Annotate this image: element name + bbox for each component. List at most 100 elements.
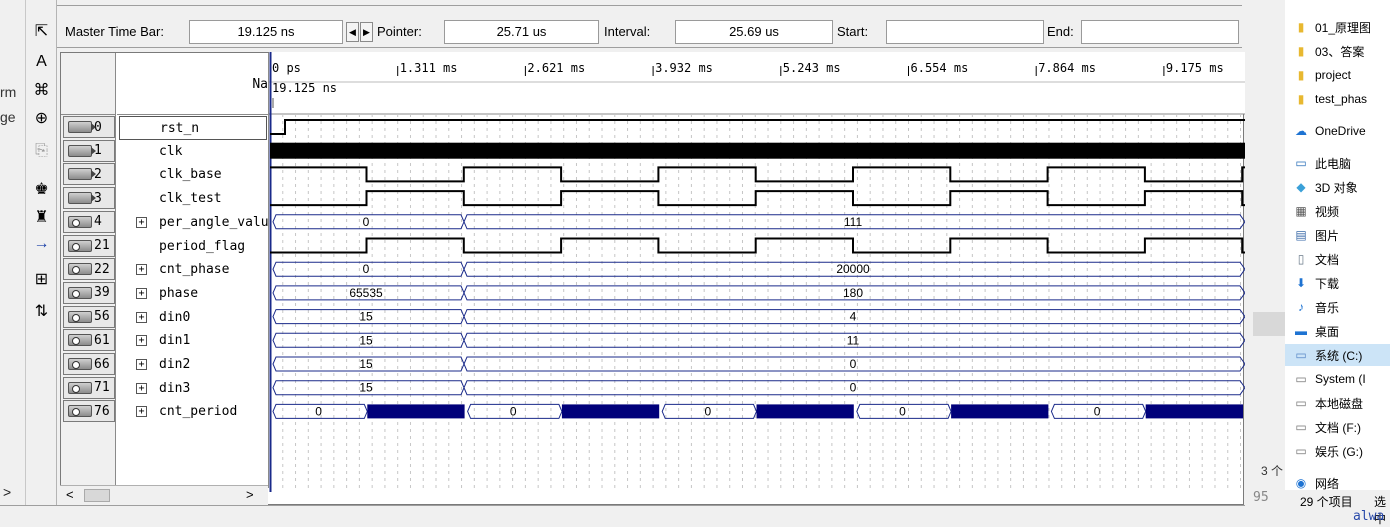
expand-bus-icon[interactable]: + — [136, 287, 147, 299]
expand-bus-icon[interactable]: + — [136, 216, 147, 228]
signal-name: per_angle_valu — [159, 214, 269, 230]
explorer-item-documents[interactable]: ▯ 文档 — [1293, 248, 1339, 270]
scroll-left-arrow-icon[interactable]: < — [66, 487, 74, 502]
signal-id-cell[interactable]: 56 — [63, 305, 115, 328]
explorer-item-pictures[interactable]: ▤ 图片 — [1293, 224, 1339, 246]
snap-to-grid-icon[interactable]: ⊞ — [29, 268, 54, 290]
explorer-item-downloads[interactable]: ⬇ 下载 — [1293, 272, 1339, 294]
explorer-item-label: 01_原理图 — [1315, 20, 1372, 35]
explorer-item-desktop[interactable]: ▬ 桌面 — [1293, 320, 1339, 342]
sort-icon[interactable]: ⇅ — [29, 300, 54, 322]
explorer-item-folder-01[interactable]: ▮ 01_原理图 — [1293, 16, 1371, 38]
explorer-item-folder-project[interactable]: ▮ project — [1293, 64, 1351, 86]
bus-busy-fill — [951, 404, 1049, 419]
signal-name-row[interactable]: + din3 — [119, 377, 267, 401]
master-time-field[interactable]: 19.125 ns — [189, 20, 343, 44]
master-time-bar: Master Time Bar: 19.125 ns ◀ ▶ Pointer: … — [57, 16, 1242, 48]
signal-name-row[interactable]: + per_angle_valu — [119, 211, 269, 235]
start-field[interactable] — [886, 20, 1044, 44]
bus-value: 0 — [510, 404, 517, 418]
network-icon: ◉ — [1295, 476, 1307, 490]
signal-name-row[interactable]: clk_test — [119, 187, 267, 211]
bus-value: 4 — [850, 310, 857, 324]
signal-id-cell[interactable]: 4 — [63, 210, 115, 233]
replace-icon[interactable]: ♜ — [29, 206, 54, 228]
downloads-icon: ⬇ — [1295, 276, 1307, 290]
interval-field[interactable]: 25.69 us — [675, 20, 833, 44]
explorer-item-drive-c[interactable]: ▭ 系统 (C:) — [1285, 344, 1390, 366]
zoom-tool-icon[interactable]: ⊕ — [29, 107, 54, 129]
explorer-item-this-pc[interactable]: ▭ 此电脑 — [1293, 152, 1351, 174]
time-scale-label: 5.243 ms — [783, 61, 841, 75]
signal-name-row[interactable]: + din1 — [119, 329, 267, 353]
expand-bus-icon[interactable]: + — [136, 335, 147, 347]
explorer-item-folder-test[interactable]: ▮ test_phas — [1293, 88, 1367, 110]
signal-id-cell[interactable]: 1 — [63, 139, 115, 162]
signal-id-cell[interactable]: 21 — [63, 234, 115, 257]
bus-value: 15 — [359, 310, 373, 324]
explorer-item-drive-e[interactable]: ▭ 本地磁盘 — [1293, 392, 1363, 414]
scrollbar-thumb[interactable] — [84, 489, 110, 502]
time-scale-label: 0 ps — [272, 61, 301, 75]
signal-name-row[interactable]: + phase — [119, 282, 267, 306]
signal-id-cell[interactable]: 66 — [63, 353, 115, 375]
expand-bus-icon[interactable]: + — [136, 311, 147, 323]
signal-id-cell[interactable]: 3 — [63, 187, 115, 210]
signal-id-cell[interactable]: 39 — [63, 281, 115, 304]
explorer-item-music[interactable]: ♪ 音乐 — [1293, 296, 1339, 318]
pointer-field[interactable]: 25.71 us — [444, 20, 599, 44]
signal-id-cell[interactable]: 0 — [63, 116, 115, 138]
copy-icon[interactable]: ⎘ — [29, 140, 54, 162]
signal-name-row[interactable]: + cnt_phase — [119, 258, 267, 282]
signal-id: 66 — [94, 356, 110, 372]
expand-bus-icon[interactable]: + — [136, 382, 147, 394]
code-line-numbers: 95 — [1253, 490, 1269, 505]
bus-value: 0 — [850, 357, 857, 371]
pointer-tool-icon[interactable]: ⇱ — [29, 20, 54, 42]
explorer-item-folder-03[interactable]: ▮ 03、答案 — [1293, 40, 1365, 62]
explorer-item-onedrive[interactable]: ☁ OneDrive — [1293, 120, 1366, 142]
next-transition-button[interactable]: ▶ — [360, 22, 373, 42]
explorer-item-drive-g[interactable]: ▭ 娱乐 (G:) — [1293, 440, 1363, 462]
signal-id-cell[interactable]: 76 — [63, 400, 115, 423]
expand-bus-icon[interactable]: + — [136, 264, 147, 276]
explorer-item-videos[interactable]: ▦ 视频 — [1293, 200, 1339, 222]
signal-id-cell[interactable]: 2 — [63, 163, 115, 186]
signal-id-cell[interactable]: 22 — [63, 258, 115, 281]
scroll-right-arrow-icon[interactable]: > — [246, 487, 254, 502]
explorer-side-strip — [1253, 312, 1285, 336]
expand-bus-icon[interactable]: + — [136, 406, 147, 418]
signal-name-row[interactable]: period_flag — [119, 235, 267, 259]
drive-d-icon: ▭ — [1295, 372, 1307, 386]
explorer-item-drive-d[interactable]: ▭ System (I — [1293, 368, 1365, 390]
text-tool-icon[interactable]: A — [29, 51, 54, 73]
signal-name-row[interactable]: + din2 — [119, 353, 267, 377]
find-icon[interactable]: ♚ — [29, 178, 54, 200]
period_flag-waveform — [270, 237, 1245, 254]
next-transition-icon[interactable]: → — [29, 233, 54, 255]
signal-name-row[interactable]: rst_n — [119, 116, 267, 140]
expand-bus-icon[interactable]: + — [136, 359, 147, 370]
name-horizontal-scrollbar[interactable]: < > — [60, 485, 268, 505]
onedrive-icon: ☁ — [1295, 124, 1307, 138]
explorer-item-drive-f[interactable]: ▭ 文档 (F:) — [1293, 416, 1361, 438]
scroll-right-arrow-icon[interactable]: > — [3, 484, 11, 500]
signal-name-row[interactable]: + cnt_period — [119, 400, 267, 424]
item-count-fragment: 3 个 — [1261, 464, 1284, 478]
signal-name-row[interactable]: + din0 — [119, 306, 267, 330]
explorer-item-label: project — [1315, 68, 1352, 82]
signal-id-cell[interactable]: 71 — [63, 376, 115, 399]
explorer-item-network[interactable]: ◉ 网络 — [1293, 472, 1339, 494]
time-scale-label: 9.175 ms — [1166, 61, 1224, 75]
bus-value: 0 — [1094, 404, 1101, 418]
signal-id-cell[interactable]: 61 — [63, 329, 115, 352]
waveform-editing-tool-icon[interactable]: ⌘ — [29, 79, 54, 101]
explorer-item-3d-objects[interactable]: ◆ 3D 对象 — [1293, 176, 1358, 198]
explorer-item-label: 3D 对象 — [1315, 180, 1358, 195]
signal-name-row[interactable]: clk_base — [119, 163, 267, 187]
input-pin-icon — [68, 144, 96, 157]
end-field[interactable] — [1081, 20, 1239, 44]
prev-transition-button[interactable]: ◀ — [346, 22, 359, 42]
signal-name-row[interactable]: clk — [119, 140, 267, 164]
waveform-display[interactable]: 0 ps 1.311 ms 2.621 ms 3.932 ms 5.243 ms 6.55… — [269, 52, 1245, 505]
